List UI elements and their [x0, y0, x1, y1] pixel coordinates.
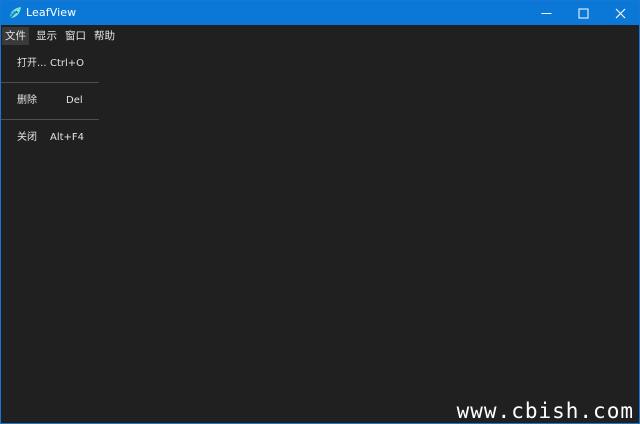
maximize-button[interactable]	[565, 1, 602, 25]
app-window: LeafView 文件 显示 窗口 帮助 打开... Ctrl+O 删除 Del…	[0, 0, 640, 424]
close-button[interactable]	[602, 1, 639, 25]
menu-item-close[interactable]: 关闭 Alt+F4	[1, 127, 99, 149]
menu-item-label: 删除	[17, 95, 37, 106]
minimize-icon	[541, 8, 552, 19]
watermark-text: www.cbish.com	[456, 399, 634, 423]
file-menu-dropdown: 打开... Ctrl+O 删除 Del 关闭 Alt+F4	[1, 47, 99, 153]
close-icon	[615, 8, 626, 19]
menu-item-shortcut: Alt+F4	[50, 132, 85, 143]
menu-help[interactable]: 帮助	[91, 27, 118, 45]
menu-item-shortcut: Del	[66, 95, 83, 106]
menu-file[interactable]: 文件	[2, 27, 29, 45]
maximize-icon	[578, 8, 589, 19]
menu-window[interactable]: 窗口	[62, 27, 89, 45]
menu-separator	[1, 82, 99, 83]
menu-item-label: 打开...	[17, 58, 47, 69]
menu-item-label: 关闭	[17, 132, 37, 143]
menu-item-delete[interactable]: 删除 Del	[1, 90, 99, 112]
menu-item-open[interactable]: 打开... Ctrl+O	[1, 53, 99, 75]
window-title: LeafView	[26, 6, 77, 19]
title-bar[interactable]: LeafView	[1, 1, 639, 25]
leaf-icon	[7, 5, 23, 21]
menu-separator	[1, 119, 99, 120]
menu-bar: 文件 显示 窗口 帮助	[1, 25, 639, 47]
minimize-button[interactable]	[528, 1, 565, 25]
menu-view[interactable]: 显示	[33, 27, 60, 45]
menu-item-shortcut: Ctrl+O	[50, 58, 85, 69]
